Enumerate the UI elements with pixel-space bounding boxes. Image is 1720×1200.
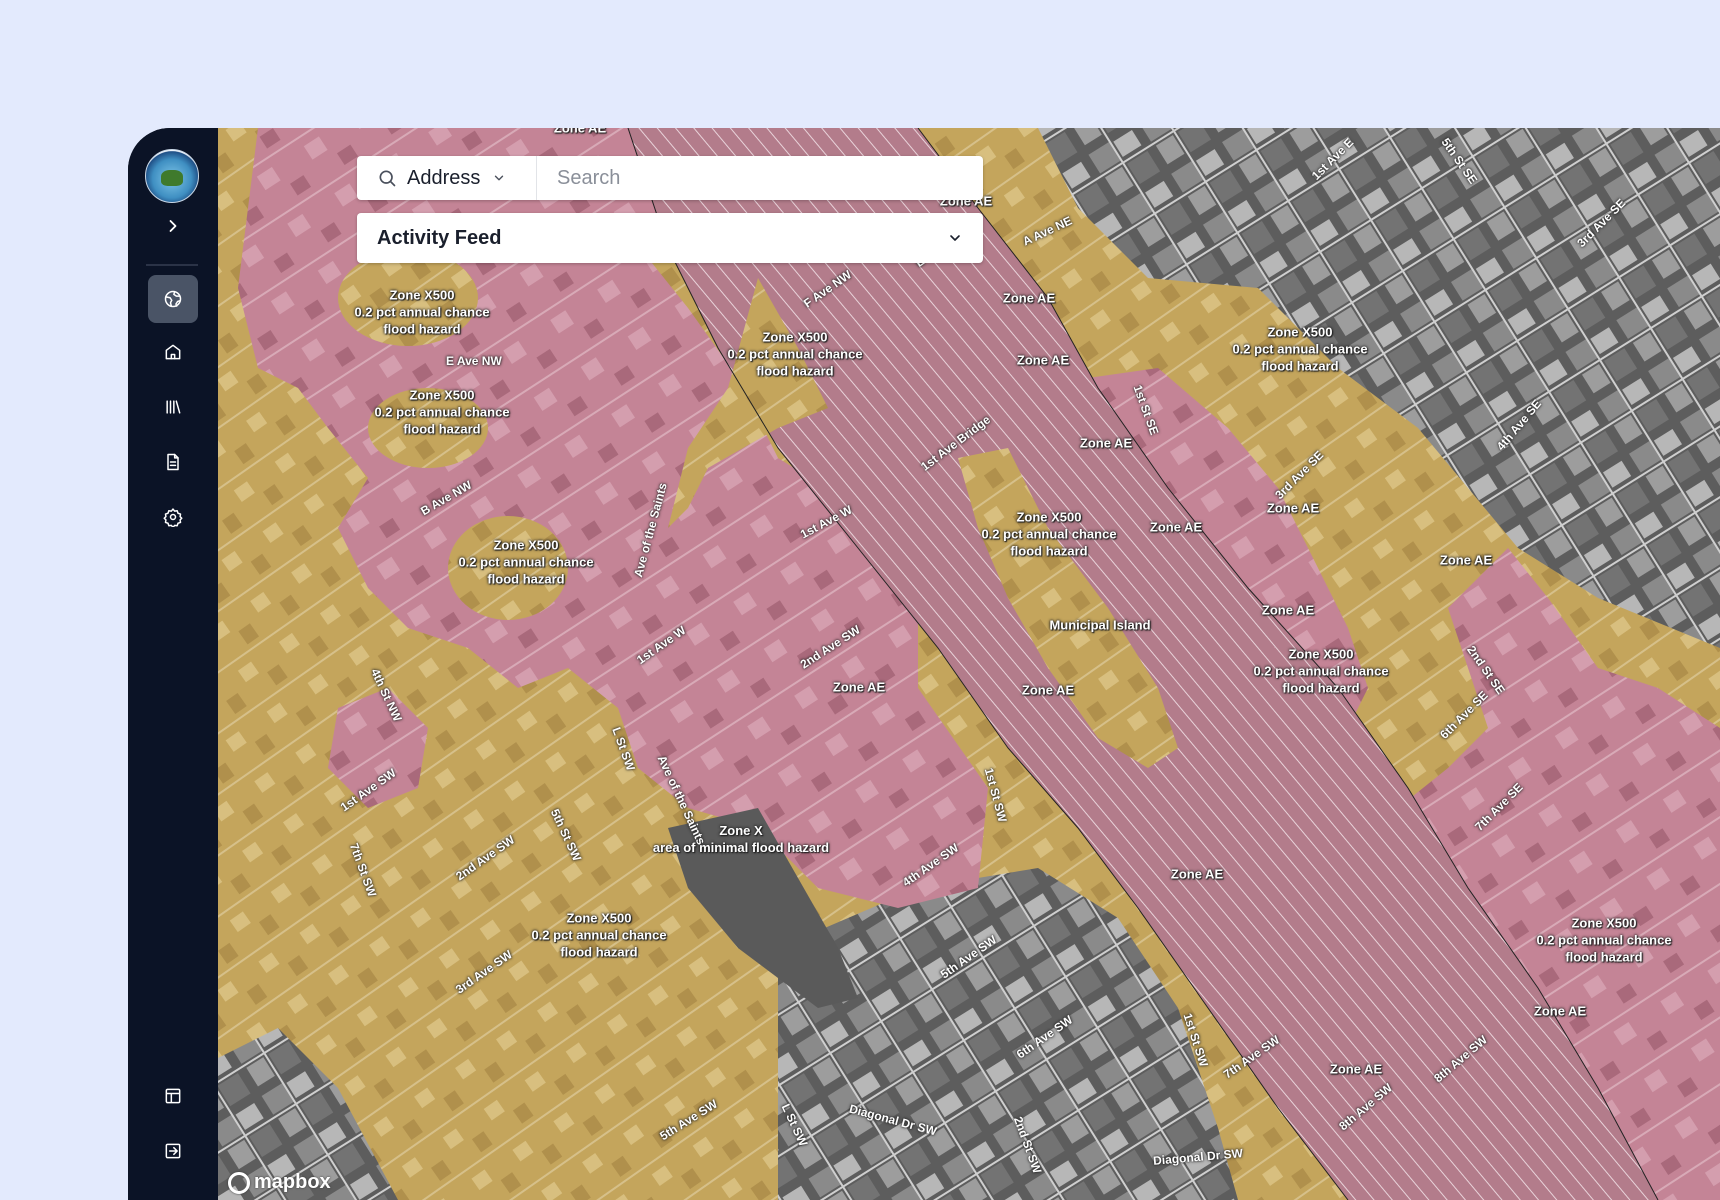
zone-label: Zone AE — [832, 679, 886, 695]
search-input[interactable] — [537, 157, 983, 199]
app-window: Zone X500 0.2 pct annual chance flood haza… — [128, 128, 1720, 1200]
zone-label: Zone AE — [1261, 602, 1315, 618]
settings-nav[interactable] — [148, 493, 198, 541]
map-nav[interactable] — [148, 275, 198, 323]
search-type-label: Address — [407, 166, 481, 189]
chevron-right-icon — [169, 220, 177, 232]
zone-label: Zone AE — [1002, 290, 1056, 306]
gear-icon — [163, 508, 183, 527]
activity-feed-dropdown[interactable]: Activity Feed — [357, 213, 983, 263]
search-bar: Address — [357, 156, 983, 200]
flood-zone-map[interactable]: Zone X500 0.2 pct annual chance flood haza… — [218, 128, 1720, 1200]
zone-label: Zone AE — [1149, 519, 1203, 535]
logout-icon — [165, 1143, 181, 1159]
search-icon — [379, 170, 396, 187]
activity-feed-label: Activity Feed — [377, 226, 502, 249]
sidebar-divider — [146, 264, 198, 266]
mapbox-label: mapbox — [254, 1171, 331, 1193]
library-icon — [166, 400, 181, 414]
zone-label: Zone X500 0.2 pct annual chance flood haza… — [1536, 915, 1672, 965]
mapbox-logo-icon — [228, 1171, 250, 1194]
zone-label: Zone X500 0.2 pct annual chance flood haza… — [531, 910, 667, 960]
layout-icon — [165, 1088, 181, 1104]
home-icon — [165, 344, 181, 360]
library-nav[interactable] — [148, 383, 198, 431]
zone-label: Zone AE — [1079, 435, 1133, 451]
chevron-down-icon — [495, 175, 504, 181]
zone-label: Zone X500 0.2 pct annual chance flood haza… — [458, 537, 594, 587]
home-nav[interactable] — [148, 328, 198, 376]
search-type-dropdown[interactable]: Address — [357, 156, 537, 200]
mapbox-attribution[interactable]: mapbox — [228, 1171, 331, 1194]
zone-label: Zone AE — [1170, 866, 1224, 882]
zone-label: Zone AE — [1439, 552, 1493, 568]
zone-label: Zone X500 0.2 pct annual chance flood haza… — [374, 387, 510, 437]
city-seal-logo — [145, 149, 199, 203]
street-label: E Ave NW — [446, 354, 502, 368]
zone-label: Zone AE — [553, 128, 607, 136]
chevron-down-icon — [950, 235, 960, 241]
zone-label: Zone X500 0.2 pct annual chance flood haza… — [727, 329, 863, 379]
zone-label: Municipal Island — [1049, 617, 1151, 633]
map-icon — [164, 290, 182, 308]
zone-label: Zone AE — [1533, 1003, 1587, 1019]
zone-label: Zone X500 0.2 pct annual chance flood haza… — [354, 287, 490, 337]
zone-label: Zone AE — [1329, 1061, 1383, 1077]
zone-label: Zone X500 0.2 pct annual chance flood haza… — [981, 509, 1117, 559]
logout-nav[interactable] — [148, 1127, 198, 1175]
zone-label: Zone X500 0.2 pct annual chance flood haza… — [1253, 646, 1389, 696]
zone-label: Zone AE — [1021, 682, 1075, 698]
documents-nav[interactable] — [148, 438, 198, 486]
layout-nav[interactable] — [148, 1072, 198, 1120]
document-icon — [167, 453, 179, 471]
sidebar — [128, 128, 218, 1200]
zone-label: Zone Xarea of minimal flood hazard — [652, 823, 830, 855]
zone-label: Zone X500 0.2 pct annual chance flood haza… — [1232, 324, 1368, 374]
expand-sidebar-button[interactable] — [148, 208, 198, 244]
zone-label: Zone AE — [1016, 352, 1070, 368]
zone-label: Zone AE — [1266, 500, 1320, 516]
